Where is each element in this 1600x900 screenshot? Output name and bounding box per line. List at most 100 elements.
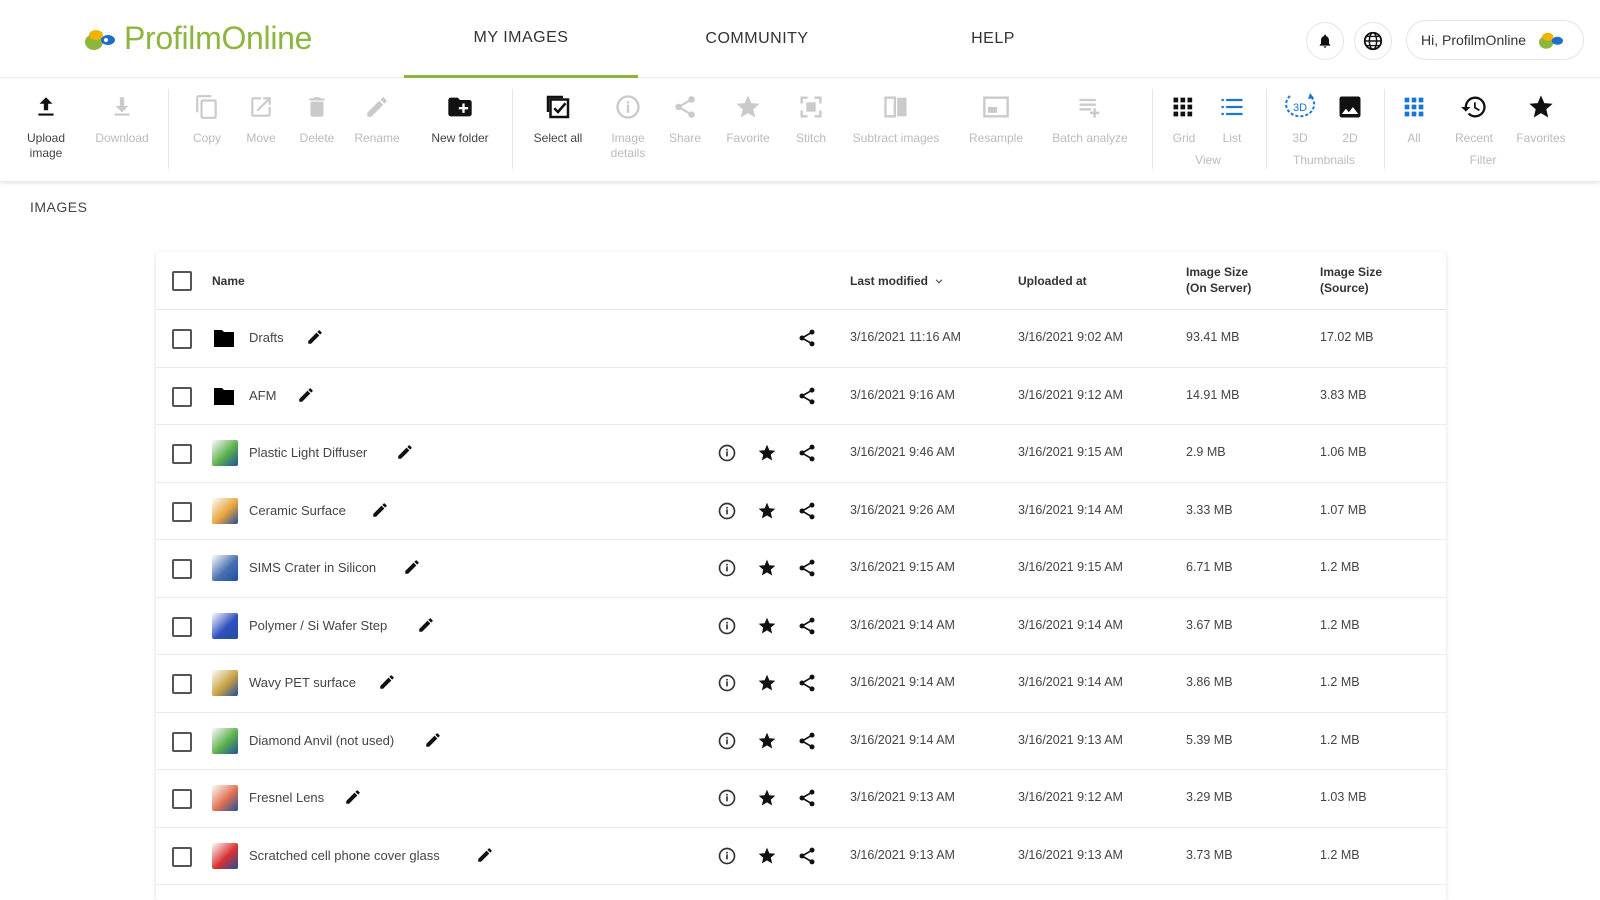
info-button[interactable] [716,557,738,579]
favorite-toggle[interactable] [756,672,778,694]
share-button[interactable]: Share [660,87,710,173]
tab-community[interactable]: COMMUNITY [640,0,874,78]
move-button[interactable]: Move [236,87,286,173]
row-checkbox[interactable] [172,559,192,579]
favorite-toggle[interactable] [756,730,778,752]
table-row[interactable]: Fresnel Lens 3/16/2021 9:13 AM 3/16/2021… [156,770,1446,828]
row-checkbox[interactable] [172,789,192,809]
share-button[interactable] [796,442,818,464]
upload-image-button[interactable]: Upload image [18,87,74,173]
image-thumbnail[interactable] [212,555,238,581]
favorite-toggle[interactable] [756,557,778,579]
stitch-button[interactable]: Stitch [786,87,836,173]
row-checkbox[interactable] [172,501,192,522]
item-name[interactable]: Ceramic Surface [249,503,346,518]
image-thumbnail[interactable] [212,785,238,811]
info-button[interactable] [716,672,738,694]
row-checkbox[interactable] [172,616,192,637]
favorite-toggle[interactable] [756,845,778,867]
rename-pencil-icon[interactable] [424,731,442,749]
table-row[interactable]: AFM 3/16/2021 9:16 AM 3/16/2021 9:12 AM … [156,368,1446,425]
info-button[interactable] [716,442,738,464]
table-row[interactable]: Scratched cell phone cover glass 3/16/20… [156,828,1446,885]
table-row[interactable]: Ceramic Surface 3/16/2021 9:26 AM 3/16/2… [156,483,1446,540]
favorite-toggle[interactable] [756,500,778,522]
row-checkbox[interactable] [172,386,192,407]
favorite-toggle[interactable] [756,787,778,809]
user-menu[interactable]: Hi, ProfilmOnline [1406,20,1584,60]
new-folder-button[interactable]: New folder [420,87,500,173]
table-row[interactable]: SIMS Crater in Silicon 3/16/2021 9:15 AM… [156,540,1446,598]
image-thumbnail[interactable] [212,727,238,754]
item-name[interactable]: Diamond Anvil (not used) [249,733,394,748]
share-button[interactable] [796,845,818,867]
tab-my-images[interactable]: MY IMAGES [404,0,638,78]
brand-logo[interactable]: ProfilmOnline [82,20,312,57]
column-uploaded-at[interactable]: Uploaded at [1018,273,1087,289]
item-name[interactable]: Polymer / Si Wafer Step [249,618,387,633]
rename-button[interactable]: Rename [348,87,406,173]
resample-button[interactable]: Resample [962,87,1030,173]
column-last-modified[interactable]: Last modified [850,273,946,289]
row-checkbox[interactable] [172,674,192,694]
subtract-images-button[interactable]: Subtract images [848,87,944,173]
item-name[interactable]: Fresnel Lens [249,790,324,805]
select-all-button[interactable]: Select all [528,87,588,173]
rename-pencil-icon[interactable] [297,386,315,404]
row-checkbox[interactable] [172,444,192,464]
table-row[interactable]: Drafts 3/16/2021 11:16 AM 3/16/2021 9:02… [156,310,1446,368]
table-row[interactable]: Polymer / Si Wafer Step 3/16/2021 9:14 A… [156,598,1446,655]
image-thumbnail[interactable] [212,612,238,639]
image-thumbnail[interactable] [212,842,238,869]
column-name[interactable]: Name [212,273,245,289]
row-checkbox[interactable] [172,329,192,349]
item-name[interactable]: Wavy PET surface [249,675,356,690]
rename-pencil-icon[interactable] [396,443,414,461]
notifications-button[interactable] [1306,22,1344,60]
image-thumbnail[interactable] [212,670,238,696]
favorite-toggle[interactable] [756,615,778,637]
favorite-toggle[interactable] [756,442,778,464]
rename-pencil-icon[interactable] [476,846,494,864]
delete-button[interactable]: Delete [292,87,342,173]
image-thumbnail[interactable] [212,440,238,466]
share-button[interactable] [796,615,818,637]
tab-help[interactable]: HELP [876,0,1110,78]
image-details-button[interactable]: Image details [604,87,652,173]
row-checkbox[interactable] [172,731,192,752]
rename-pencil-icon[interactable] [344,788,362,806]
info-button[interactable] [716,615,738,637]
share-button[interactable] [796,327,818,349]
copy-button[interactable]: Copy [182,87,232,173]
info-button[interactable] [716,730,738,752]
info-button[interactable] [716,500,738,522]
item-name[interactable]: Scratched cell phone cover glass [249,848,440,863]
item-name[interactable]: SIMS Crater in Silicon [249,560,376,575]
rename-pencil-icon[interactable] [306,328,324,346]
info-button[interactable] [716,787,738,809]
share-button[interactable] [796,385,818,407]
table-row[interactable]: Wavy PET surface 3/16/2021 9:14 AM 3/16/… [156,655,1446,713]
language-button[interactable] [1354,22,1392,60]
share-button[interactable] [796,787,818,809]
row-checkbox[interactable] [172,846,192,867]
table-row[interactable]: Diamond Anvil (not used) 3/16/2021 9:14 … [156,713,1446,770]
rename-pencil-icon[interactable] [403,558,421,576]
column-size-source[interactable]: Image Size (Source) [1320,264,1382,296]
item-name[interactable]: Drafts [249,330,284,345]
item-name[interactable]: AFM [249,388,276,403]
info-button[interactable] [716,845,738,867]
select-all-checkbox[interactable] [172,271,192,291]
column-size-server[interactable]: Image Size (On Server) [1186,264,1251,296]
share-button[interactable] [796,500,818,522]
rename-pencil-icon[interactable] [417,616,435,634]
favorite-button[interactable]: Favorite [718,87,778,173]
rename-pencil-icon[interactable] [378,673,396,691]
batch-analyze-button[interactable]: Batch analyze [1046,87,1134,173]
share-button[interactable] [796,730,818,752]
download-button[interactable]: Download [90,87,154,173]
rename-pencil-icon[interactable] [371,501,389,519]
share-button[interactable] [796,557,818,579]
item-name[interactable]: Plastic Light Diffuser [249,445,367,460]
share-button[interactable] [796,672,818,694]
